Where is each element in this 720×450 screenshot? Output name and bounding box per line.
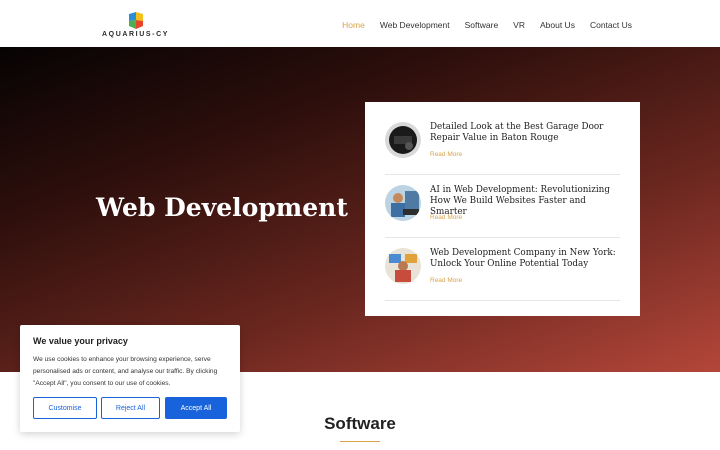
post-title[interactable]: Web Development Company in New York: Unl… [430, 248, 620, 270]
hero-title: Web Development [96, 193, 348, 222]
read-more-link[interactable]: Read More [430, 214, 462, 221]
reject-all-button[interactable]: Reject All [101, 397, 160, 419]
site-logo[interactable]: AQUARIUS-CY [102, 12, 172, 40]
nav-software[interactable]: Software [465, 20, 499, 30]
logo-text: AQUARIUS-CY [102, 31, 169, 38]
nav-contact-us[interactable]: Contact Us [590, 20, 632, 30]
main-nav: Home Web Development Software VR About U… [342, 20, 632, 30]
hero-section: Web Development Detailed Look at the Bes… [0, 47, 720, 372]
nav-about-us[interactable]: About Us [540, 20, 575, 30]
nav-web-development[interactable]: Web Development [380, 20, 450, 30]
nav-home[interactable]: Home [342, 20, 365, 30]
post-thumbnail[interactable] [385, 122, 421, 158]
post-item: AI in Web Development: Revolutionizing H… [385, 175, 620, 238]
read-more-link[interactable]: Read More [430, 277, 462, 284]
section-divider [340, 441, 380, 442]
customise-button[interactable]: Customise [33, 397, 97, 419]
cookie-consent-banner: We value your privacy We use cookies to … [20, 325, 240, 432]
cookie-description: We use cookies to enhance your browsing … [33, 356, 218, 387]
post-item: Web Development Company in New York: Unl… [385, 238, 620, 301]
nav-vr[interactable]: VR [513, 20, 525, 30]
accept-all-button[interactable]: Accept All [165, 397, 227, 419]
post-thumbnail[interactable] [385, 185, 421, 221]
site-header: AQUARIUS-CY Home Web Development Softwar… [0, 0, 720, 47]
recent-posts-card: Detailed Look at the Best Garage Door Re… [365, 102, 640, 316]
cookie-title: We value your privacy [33, 336, 128, 346]
post-item: Detailed Look at the Best Garage Door Re… [385, 112, 620, 175]
logo-icon [129, 12, 143, 29]
read-more-link[interactable]: Read More [430, 151, 462, 158]
post-thumbnail[interactable] [385, 248, 421, 284]
post-title[interactable]: Detailed Look at the Best Garage Door Re… [430, 122, 620, 144]
